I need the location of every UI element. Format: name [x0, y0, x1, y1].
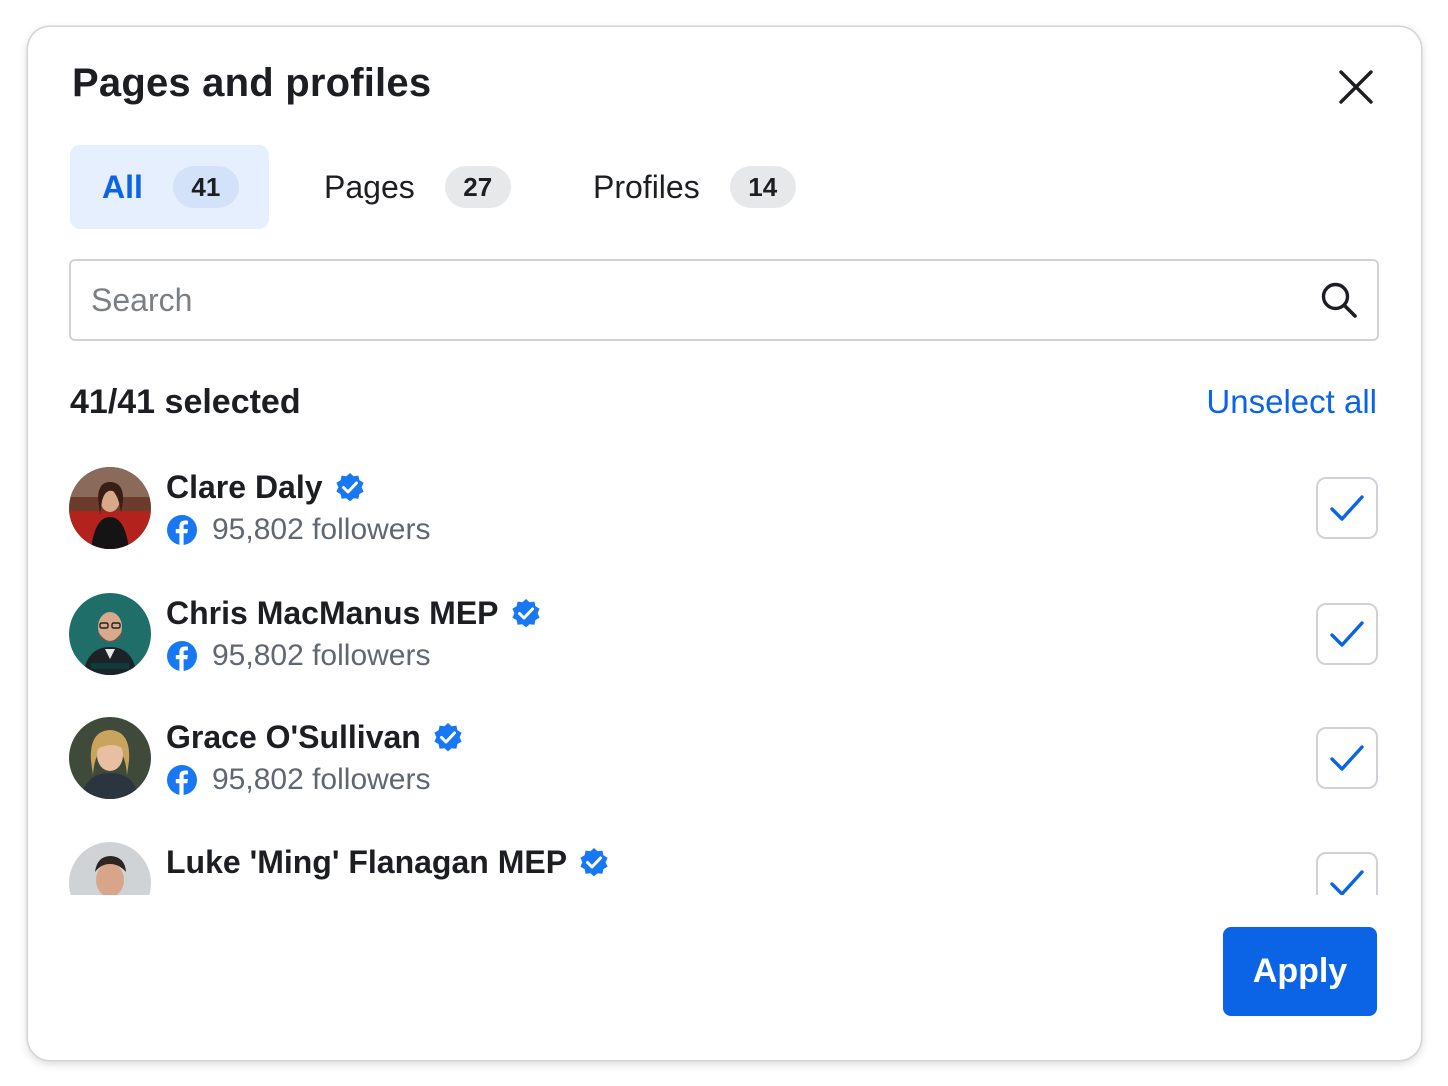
- facebook-icon: [167, 765, 197, 795]
- follower-count: 95,802 followers: [212, 639, 431, 672]
- verified-badge-icon: [580, 847, 608, 876]
- apply-button[interactable]: Apply: [1223, 927, 1377, 1016]
- list-item[interactable]: Clare Daly 95,802 followers: [28, 453, 1421, 577]
- avatar: [69, 717, 151, 799]
- select-checkbox[interactable]: [1316, 477, 1378, 539]
- tab-all-label: All: [102, 168, 143, 205]
- list-item[interactable]: Chris MacManus MEP 95,802 followers: [28, 579, 1421, 703]
- follower-count: 95,802 followers: [212, 513, 431, 546]
- search-icon[interactable]: [1319, 280, 1359, 320]
- tab-pages-label: Pages: [324, 168, 415, 205]
- select-checkbox[interactable]: [1316, 852, 1378, 895]
- tab-pages-count-badge: 27: [444, 166, 511, 208]
- profile-name: Luke 'Ming' Flanagan MEP: [166, 844, 568, 880]
- checkmark-icon: [1330, 495, 1364, 521]
- unselect-all-link[interactable]: Unselect all: [1206, 383, 1377, 421]
- verified-badge-icon: [511, 598, 540, 627]
- tab-pages[interactable]: Pages 27: [316, 145, 511, 229]
- profile-name: Chris MacManus MEP: [166, 595, 499, 631]
- profile-name: Grace O'Sullivan: [166, 719, 421, 755]
- dialog-title: Pages and profiles: [72, 61, 432, 105]
- list-item[interactable]: Grace O'Sullivan 95,802 followers: [28, 703, 1421, 827]
- avatar: [69, 467, 151, 549]
- checkmark-icon: [1330, 745, 1364, 771]
- pages-and-profiles-dialog: Pages and profiles All 41 Pages 27 Profi…: [28, 27, 1421, 1060]
- list-item[interactable]: Luke 'Ming' Flanagan MEP: [28, 828, 1421, 895]
- verified-badge-icon: [335, 472, 364, 501]
- avatar: [69, 593, 151, 675]
- close-button[interactable]: [1334, 65, 1378, 109]
- follower-count: 95,802 followers: [212, 763, 431, 796]
- facebook-icon: [167, 641, 197, 671]
- search-box: [69, 259, 1379, 341]
- profile-list: Clare Daly 95,802 followers Chris MacMan…: [28, 453, 1421, 895]
- selected-count: 41/41 selected: [70, 383, 301, 421]
- checkmark-icon: [1330, 870, 1364, 895]
- tab-profiles-label: Profiles: [593, 168, 700, 205]
- tab-all[interactable]: All 41: [70, 145, 269, 229]
- tab-profiles[interactable]: Profiles 14: [585, 145, 796, 229]
- select-checkbox[interactable]: [1316, 727, 1378, 789]
- verified-badge-icon: [434, 722, 462, 751]
- checkmark-icon: [1330, 621, 1364, 647]
- tab-all-count-badge: 41: [172, 166, 239, 208]
- facebook-icon: [167, 515, 197, 545]
- tab-profiles-count-badge: 14: [729, 166, 796, 208]
- search-input[interactable]: [89, 269, 1293, 331]
- profile-name: Clare Daly: [166, 469, 323, 505]
- select-checkbox[interactable]: [1316, 603, 1378, 665]
- close-icon: [1339, 70, 1373, 104]
- avatar: [69, 842, 151, 895]
